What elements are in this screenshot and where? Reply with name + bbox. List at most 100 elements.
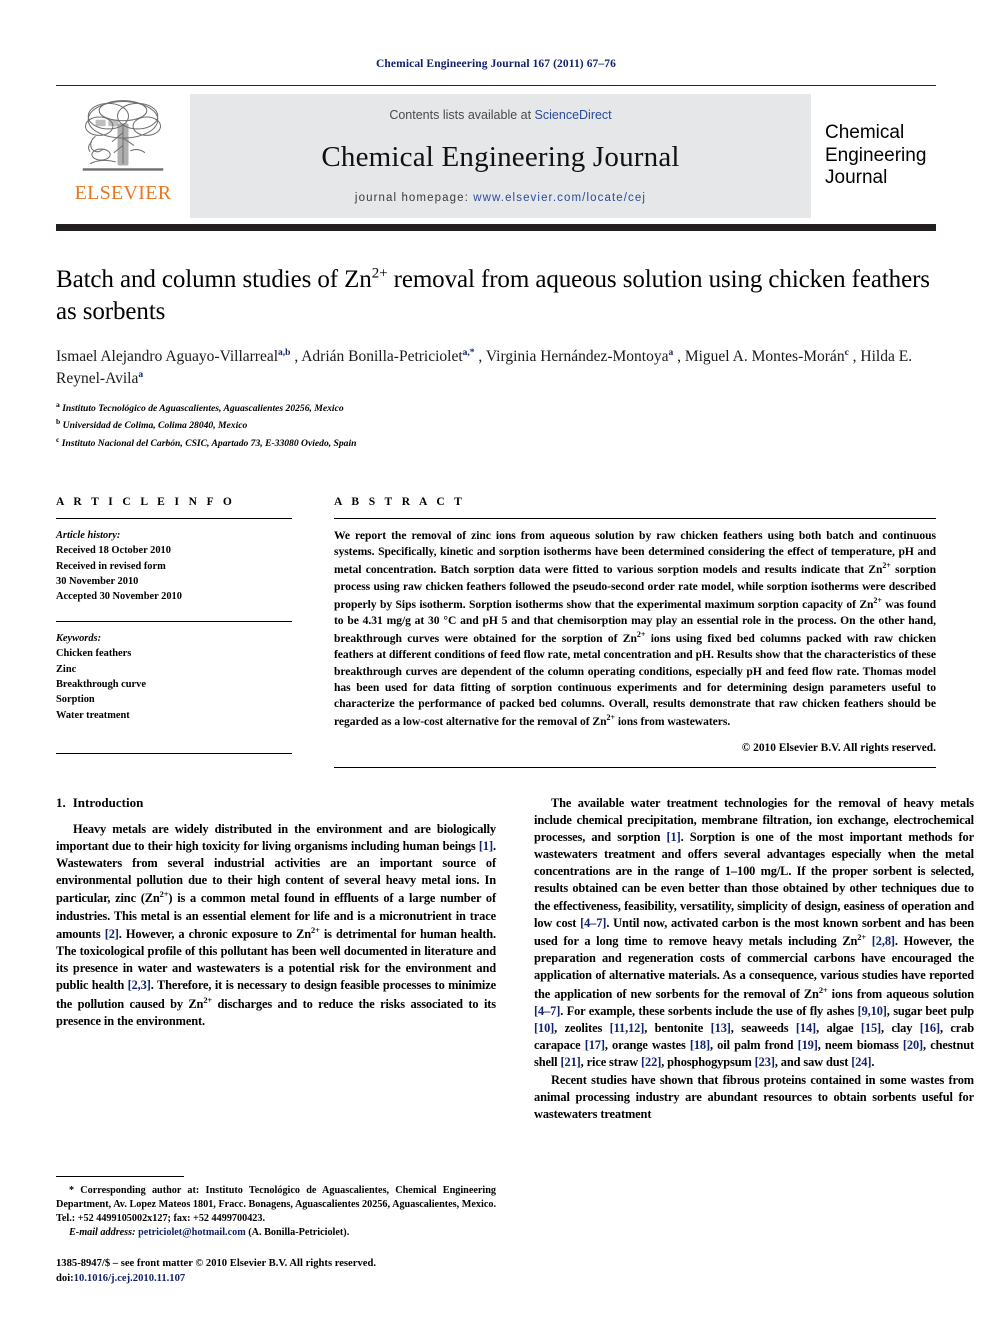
text-sup: 2+ xyxy=(818,985,828,995)
citation-link[interactable]: [9,10] xyxy=(858,1004,887,1018)
cover-title: Chemical Engineering Journal xyxy=(825,122,926,189)
article-history-label: Article history: xyxy=(56,529,121,541)
citation-link[interactable]: [2,3] xyxy=(128,978,151,992)
cover-title-line-1: Chemical xyxy=(825,122,905,144)
citation-link[interactable]: [15] xyxy=(861,1021,881,1035)
abstract-seg: We report the removal of zinc ions from … xyxy=(334,528,936,577)
author-affiliation-mark: a,* xyxy=(462,347,475,358)
cover-title-line-2: Engineering xyxy=(825,144,927,166)
article-history-item: Accepted 30 November 2010 xyxy=(56,591,182,603)
affiliation-item: c Instituto Nacional del Carbón, CSIC, A… xyxy=(56,434,936,452)
text-seg: . However, a chronic exposure to Zn xyxy=(118,926,312,941)
issn-copyright-block: 1385-8947/$ – see front matter © 2010 El… xyxy=(56,1257,496,1287)
text-sup: 2+ xyxy=(857,932,867,942)
doi-link[interactable]: 10.1016/j.cej.2010.11.107 xyxy=(74,1273,186,1284)
article-info-column: A R T I C L E I N F O Article history: R… xyxy=(56,496,318,768)
article-history-group: Article history: Received 18 October 201… xyxy=(56,528,292,605)
keyword-item: Zinc xyxy=(56,663,77,675)
section-title: Introduction xyxy=(72,794,144,810)
citation-link[interactable]: [4–7] xyxy=(580,916,606,930)
banner-center: Contents lists available at ScienceDirec… xyxy=(190,94,811,218)
text-seg: , orange wastes xyxy=(604,1038,690,1053)
citation-link[interactable]: [13] xyxy=(711,1021,731,1035)
text-sup: 2+ xyxy=(311,925,320,935)
title-superscript: 2+ xyxy=(371,265,388,282)
citation-link[interactable]: [20] xyxy=(903,1038,923,1052)
text-seg: , oil palm frond xyxy=(710,1038,798,1053)
text-seg: , bentonite xyxy=(644,1021,711,1036)
banner-bottom-rule xyxy=(56,224,936,231)
author-item[interactable]: Miguel A. Montes-Moránc xyxy=(684,347,849,365)
citation-link[interactable]: [18] xyxy=(690,1038,710,1052)
abstract-rule xyxy=(334,517,936,519)
article-info-rule xyxy=(56,517,292,519)
footnote-text: Corresponding author at: Instituto Tecno… xyxy=(56,1185,496,1225)
author-item[interactable]: Virginia Hernández-Montoyaa xyxy=(486,347,673,364)
homepage-url-link[interactable]: www.elsevier.com/locate/cej xyxy=(473,192,646,204)
affiliation-item: b Universidad de Colima, Colima 28040, M… xyxy=(56,416,936,434)
text-seg: . xyxy=(871,1055,875,1070)
citation-link[interactable]: [16] xyxy=(920,1021,940,1035)
paragraph: Recent studies have shown that fibrous p… xyxy=(534,1072,974,1121)
affiliation-text: Universidad de Colima, Colima 28040, Mex… xyxy=(62,420,248,432)
citation-link[interactable]: [2,8] xyxy=(872,934,895,948)
citation-link[interactable]: [11,12] xyxy=(610,1021,645,1035)
running-head: Chemical Engineering Journal 167 (2011) … xyxy=(376,58,616,70)
author-name: Miguel A. Montes-Morán xyxy=(684,347,845,365)
email-link[interactable]: petriciolet@hotmail.com xyxy=(138,1227,246,1238)
citation-link[interactable]: [23] xyxy=(755,1055,775,1069)
body-column-left: 1. Introduction Heavy metals are widely d… xyxy=(56,795,496,1287)
abstract-text: We report the removal of zinc ions from … xyxy=(334,528,936,731)
elsevier-tree-icon xyxy=(82,100,164,171)
citation-link[interactable]: [4–7] xyxy=(534,1004,560,1018)
abstract-seg: ions using fixed bed columns packed with… xyxy=(334,632,936,729)
cover-title-line-3: Journal xyxy=(825,167,888,189)
doi-line: doi:10.1016/j.cej.2010.11.107 xyxy=(56,1272,496,1287)
keywords-label: Keywords: xyxy=(56,632,102,644)
citation-link[interactable]: [22] xyxy=(641,1055,661,1069)
affiliation-text: Instituto Nacional del Carbón, CSIC, Apa… xyxy=(61,438,357,450)
citation-link[interactable]: [21] xyxy=(560,1055,580,1069)
title-block: Batch and column studies of Zn2+ removal… xyxy=(56,264,936,452)
title-part-1: Batch and column studies of Zn xyxy=(56,266,372,293)
citation-link[interactable]: [1] xyxy=(479,839,493,853)
citation-link[interactable]: [10] xyxy=(534,1021,554,1035)
keyword-item: Sorption xyxy=(56,694,95,706)
citation-link[interactable]: [1] xyxy=(667,830,681,844)
section-heading-introduction: 1. Introduction xyxy=(56,795,496,811)
email-owner: (A. Bonilla-Petriciolet). xyxy=(245,1227,350,1239)
email-label: E-mail address: xyxy=(69,1227,136,1239)
page-title: Batch and column studies of Zn2+ removal… xyxy=(56,264,936,328)
text-sup: 2+ xyxy=(203,995,213,1005)
author-affiliation-mark: a,b xyxy=(278,347,291,358)
citation-link[interactable]: [19] xyxy=(798,1038,818,1052)
author-item[interactable]: Adrián Bonilla-Petricioleta,* xyxy=(301,347,475,365)
email-note: E-mail address: petriciolet@hotmail.com … xyxy=(56,1226,496,1240)
contents-list-line: Contents lists available at ScienceDirec… xyxy=(389,108,611,122)
article-info-bottom-rule xyxy=(56,753,292,755)
body-column-right: The available water treatment technologi… xyxy=(534,795,974,1287)
citation-link[interactable]: [24] xyxy=(851,1055,871,1069)
text-seg: , zeolites xyxy=(554,1021,610,1036)
journal-homepage-line: journal homepage: www.elsevier.com/locat… xyxy=(355,192,646,204)
abstract-copyright: © 2010 Elsevier B.V. All rights reserved… xyxy=(741,741,936,754)
journal-article-page: Chemical Engineering Journal 167 (2011) … xyxy=(0,0,992,1323)
footnote-rule xyxy=(56,1176,184,1178)
sciencedirect-link[interactable]: ScienceDirect xyxy=(535,108,612,122)
keyword-item: Water treatment xyxy=(56,709,130,721)
citation-link[interactable]: [17] xyxy=(585,1038,605,1052)
info-abstract-section: A R T I C L E I N F O Article history: R… xyxy=(56,496,936,768)
text-seg: , algae xyxy=(816,1021,861,1036)
corresponding-author-note: * Corresponding author at: Instituto Tec… xyxy=(56,1184,496,1226)
body-columns: 1. Introduction Heavy metals are widely d… xyxy=(56,795,974,1287)
abstract-sup: 2+ xyxy=(882,561,891,571)
keyword-item: Chicken feathers xyxy=(56,648,132,660)
citation-link[interactable]: [14] xyxy=(796,1021,816,1035)
text-seg: , neem biomass xyxy=(817,1038,903,1053)
author-name: Adrián Bonilla-Petriciolet xyxy=(301,347,463,365)
article-info-label: A R T I C L E I N F O xyxy=(56,495,236,508)
contents-prefix: Contents lists available at xyxy=(389,108,535,122)
author-item[interactable]: Ismael Alejandro Aguayo-Villarreala,b xyxy=(56,347,291,364)
citation-link[interactable]: [2] xyxy=(105,927,119,941)
text-seg: . For example, these sorbents include th… xyxy=(560,1003,858,1018)
